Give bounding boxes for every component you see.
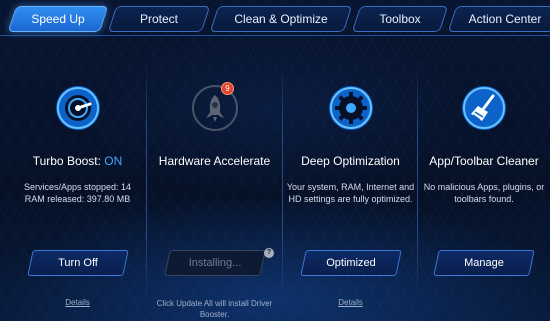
help-icon[interactable]: ? <box>264 248 274 258</box>
manage-button[interactable]: Manage <box>433 250 535 276</box>
button-label: Optimized <box>325 257 376 269</box>
deep-optimization-title: Deep Optimization <box>301 154 400 168</box>
services-stopped-text: Services/Apps stopped: 14 <box>23 182 132 192</box>
optimized-button[interactable]: Optimized <box>299 250 402 276</box>
speedometer-icon <box>54 84 102 132</box>
tab-label: Toolbox <box>379 12 421 26</box>
gear-icon <box>327 84 375 132</box>
deep-details-link[interactable]: Details <box>282 298 419 307</box>
tab-speed-up[interactable]: Speed Up <box>7 6 109 32</box>
ram-released-text: RAM released: 397.80 MB <box>24 194 131 204</box>
app-toolbar-cleaner-section: App/Toolbar Cleaner No malicious Apps, p… <box>418 36 550 321</box>
turbo-details-link[interactable]: Details <box>9 298 146 307</box>
app-toolbar-cleaner-desc: No malicious Apps, plugins, or toolbars … <box>423 182 545 204</box>
tab-protect[interactable]: Protect <box>107 6 211 32</box>
tab-label: Protect <box>139 12 178 26</box>
update-count-badge: 9 <box>221 82 234 95</box>
tab-toolbox[interactable]: Toolbox <box>351 6 449 32</box>
turbo-boost-title: Turbo Boost: ON <box>9 154 146 168</box>
hardware-accelerate-section: 9 Hardware Accelerate Installing... ? Cl… <box>146 36 283 321</box>
tab-clean-optimize[interactable]: Clean & Optimize <box>209 6 353 32</box>
button-label: Installing... <box>188 257 241 269</box>
tab-label: Speed Up <box>31 12 85 26</box>
installing-button: Installing... <box>163 250 266 276</box>
driver-booster-note: Click Update All will install Driver Boo… <box>156 299 273 319</box>
button-label: Manage <box>464 257 504 269</box>
tab-action-center[interactable]: Action Center <box>447 6 550 32</box>
turbo-boost-stats: Services/Apps stopped: 14 RAM released: … <box>13 181 142 205</box>
turbo-boost-section: Turbo Boost: ON Services/Apps stopped: 1… <box>9 36 146 321</box>
tab-label: Action Center <box>468 12 542 26</box>
tab-label: Clean & Optimize <box>234 12 328 26</box>
deep-optimization-desc: Your system, RAM, Internet and HD settin… <box>286 182 415 204</box>
button-label: Turn Off <box>57 257 98 269</box>
turn-off-button[interactable]: Turn Off <box>26 250 129 276</box>
turbo-boost-label: Turbo Boost: <box>32 154 105 168</box>
tab-bar: Speed Up Protect Clean & Optimize Toolbo… <box>0 0 550 36</box>
deep-optimization-section: Deep Optimization Your system, RAM, Inte… <box>282 36 419 321</box>
speed-up-panel: Speed Up Protect Clean & Optimize Toolbo… <box>0 0 550 321</box>
turbo-boost-state: ON <box>104 154 123 168</box>
broom-icon <box>460 84 508 132</box>
hardware-accelerate-title: Hardware Accelerate <box>158 154 271 168</box>
app-toolbar-cleaner-title: App/Toolbar Cleaner <box>429 154 539 168</box>
